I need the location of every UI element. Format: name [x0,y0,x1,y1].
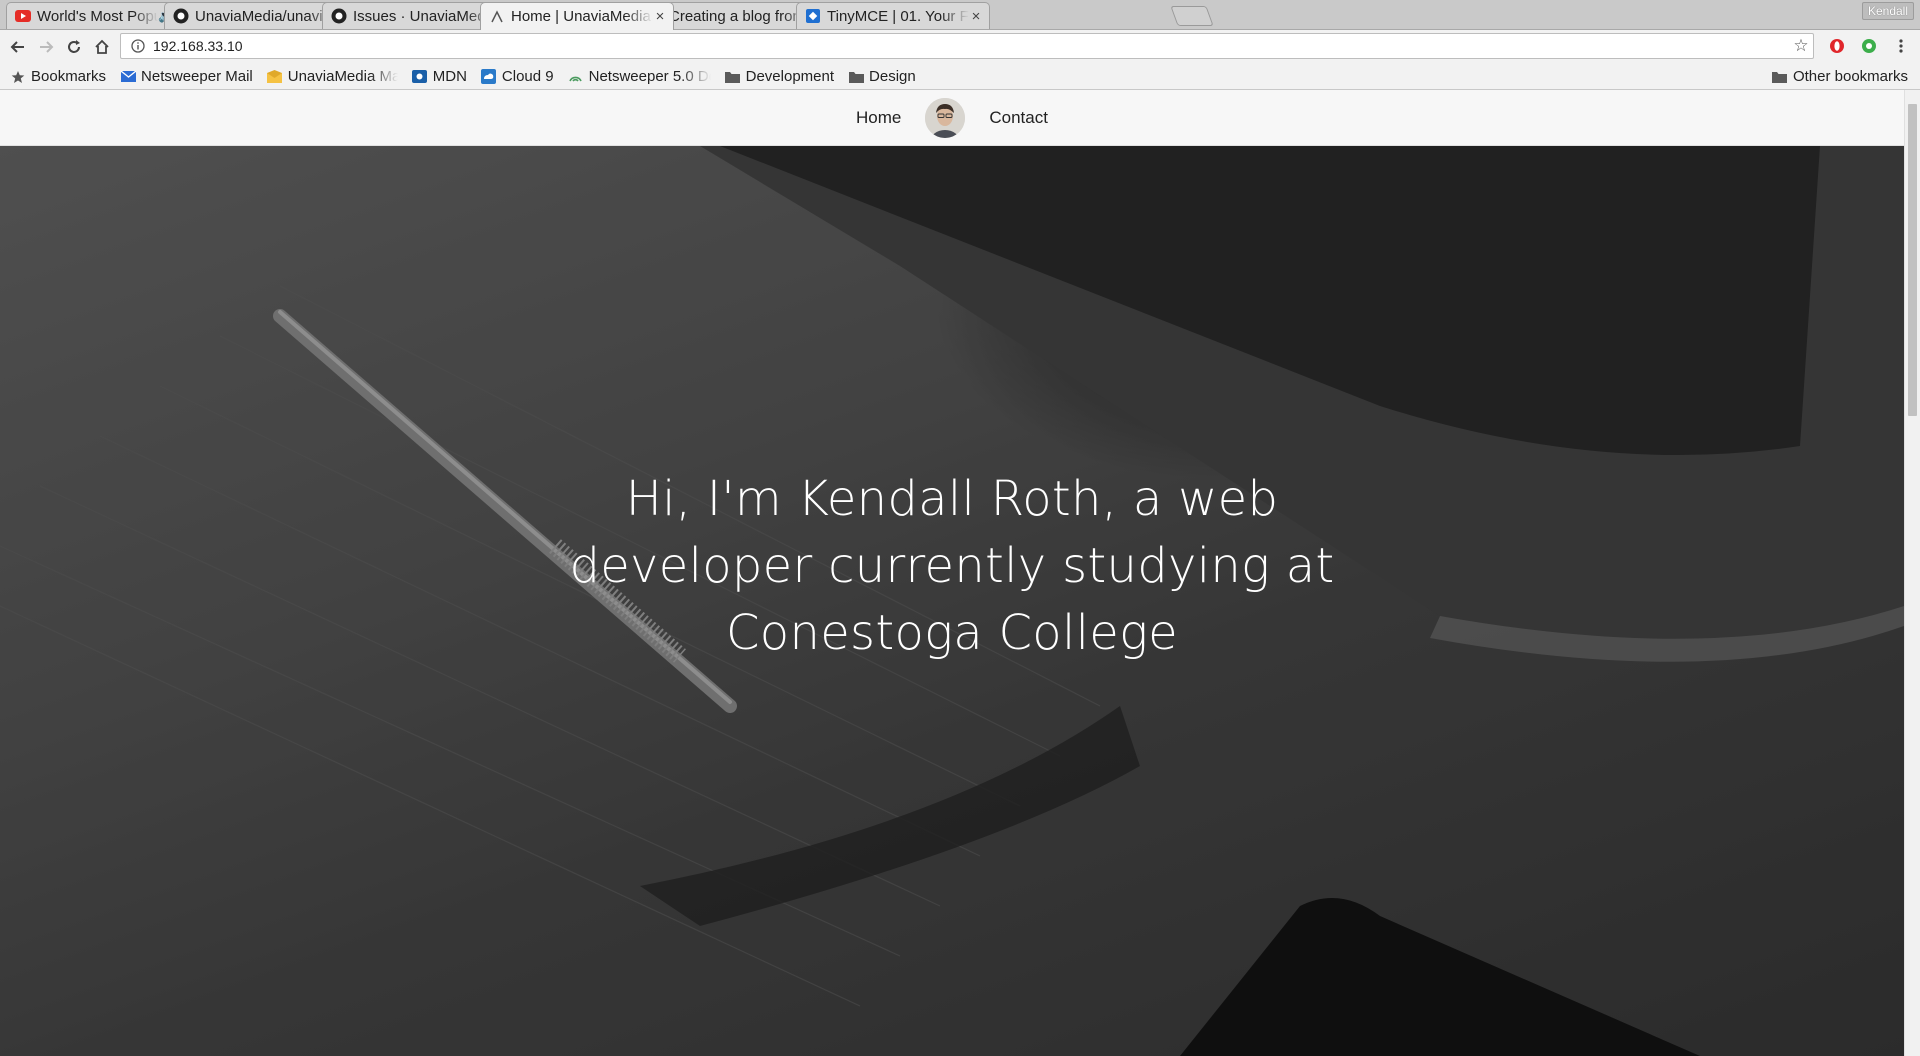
netsweeper-icon [568,69,584,85]
opera-extension-icon[interactable] [1828,37,1846,55]
info-icon[interactable] [127,39,149,53]
browser-toolbar: 192.168.33.10 ☆ [0,30,1920,64]
tab-close-icon[interactable]: × [969,8,983,25]
mail-icon [120,69,136,85]
folder-icon [1771,71,1788,83]
home-icon[interactable] [88,33,116,61]
new-tab-button[interactable] [1170,6,1214,26]
folder-icon [848,69,864,85]
bookmarks-bar: Bookmarks Netsweeper Mail UnaviaMedia Ma… [0,64,1920,90]
bookmark-folder[interactable]: Design [848,68,916,85]
laravel-icon [489,9,505,25]
nav-contact-link[interactable]: Contact [989,108,1048,128]
tab-strip: World's Most Popular 🔈 × UnaviaMedia/una… [0,0,1920,30]
other-bookmarks-folder[interactable]: Other bookmarks [1771,68,1908,85]
hero-heading: Hi, I'm Kendall Roth, a web developer cu… [569,471,1335,661]
tab-title: World's Most Popular [37,7,159,25]
page-viewport: Home Contact Hi, I'm Kendall Roth, a web… [0,90,1904,1056]
bookmark-item[interactable]: UnaviaMedia Mail [267,68,398,85]
folder-icon [725,69,741,85]
back-icon[interactable] [4,33,32,61]
nav-home-link[interactable]: Home [856,108,901,128]
tab-title: TinyMCE | 01. Your First [827,7,969,25]
tab-home-active[interactable]: Home | UnaviaMedia × [480,2,674,30]
mdn-icon [412,69,428,85]
avatar[interactable] [925,97,966,138]
site-navbar: Home Contact [0,90,1904,146]
youtube-icon [15,8,31,24]
hero-section: Hi, I'm Kendall Roth, a web developer cu… [0,146,1904,1056]
envelope-icon [267,69,283,85]
bookmark-item[interactable]: Bookmarks [10,68,106,85]
github-icon [331,8,347,24]
tab-title: Home | UnaviaMedia [511,8,651,25]
page-scrollbar[interactable] [1904,90,1920,1056]
tab-title: Issues · UnaviaMedia [353,7,495,25]
tab-title: Creating a blog from [669,7,805,25]
bookmark-item[interactable]: MDN [412,68,467,85]
menu-kebab-icon[interactable] [1892,37,1910,55]
address-bar[interactable]: 192.168.33.10 ☆ [120,33,1814,59]
tinymce-icon [805,8,821,24]
tab-title: UnaviaMedia/unavia [195,7,331,25]
bookmark-item[interactable]: Cloud 9 [481,68,554,85]
scrollbar-thumb[interactable] [1908,104,1917,416]
bookmark-item[interactable]: Netsweeper 5.0 Docs [568,68,711,85]
url-text[interactable]: 192.168.33.10 [153,38,1789,54]
green-extension-icon[interactable] [1860,37,1878,55]
reload-icon[interactable] [60,33,88,61]
github-icon [173,8,189,24]
profile-button[interactable]: Kendall [1861,2,1914,20]
tab-tinymce[interactable]: TinyMCE | 01. Your First × [796,2,990,29]
bookmark-star-icon[interactable]: ☆ [1789,36,1813,56]
bookmark-item[interactable]: Netsweeper Mail [120,68,253,85]
bookmark-folder[interactable]: Development [725,68,834,85]
forward-icon[interactable] [32,33,60,61]
star-icon [10,69,26,85]
cloud9-icon [481,69,497,85]
tab-close-icon[interactable]: × [653,8,667,25]
